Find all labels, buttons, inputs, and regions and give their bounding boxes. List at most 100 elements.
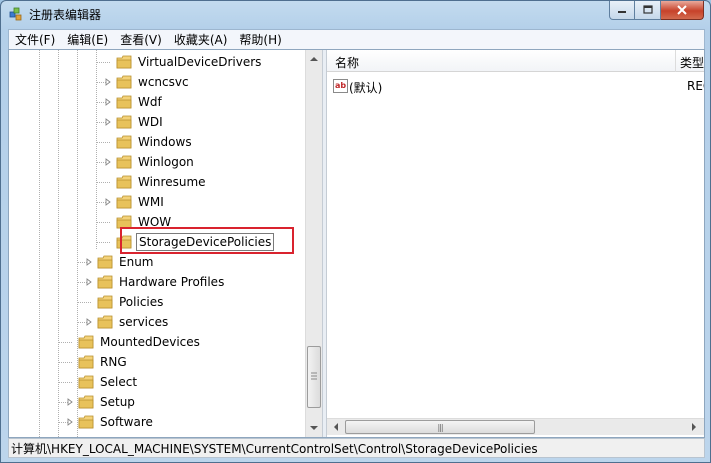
maximize-icon (642, 5, 653, 14)
caption-buttons (609, 1, 704, 20)
tree-item-label: WDI (138, 115, 163, 129)
tree-vertical-scrollbar[interactable] (305, 50, 322, 437)
arrow-left-icon (333, 423, 338, 431)
folder-icon (116, 115, 132, 129)
value-list[interactable]: 名称 类型 ab (默认) REG ||| (327, 50, 704, 437)
tree-item-windows[interactable]: Windows (103, 132, 194, 152)
registry-editor-window: 注册表编辑器 文件(F) 编辑(E) 查看(V) 收藏夹(A) 帮助(H) Vi… (0, 0, 711, 463)
folder-icon (78, 355, 94, 369)
tree-item-software[interactable]: Software (65, 412, 155, 432)
menu-help[interactable]: 帮助(H) (233, 31, 287, 48)
column-name-header[interactable]: 名称 (335, 54, 359, 71)
grip-icon (311, 372, 317, 380)
no-expander (84, 297, 94, 307)
tree-item-policies[interactable]: Policies (84, 292, 165, 312)
expand-arrow-icon[interactable] (65, 417, 75, 427)
tree-item-label: Setup (100, 395, 135, 409)
folder-icon (116, 55, 132, 69)
status-path: 计算机\HKEY_LOCAL_MACHINE\SYSTEM\CurrentCon… (11, 441, 538, 456)
expand-arrow-icon[interactable] (103, 157, 113, 167)
no-expander (103, 137, 113, 147)
expand-arrow-icon[interactable] (103, 197, 113, 207)
tree-item-select[interactable]: Select (65, 372, 139, 392)
tree-item-label: VirtualDeviceDrivers (138, 55, 262, 69)
folder-icon (116, 135, 132, 149)
tree-item-hardware-profiles[interactable]: Hardware Profiles (84, 272, 226, 292)
no-expander (103, 237, 113, 247)
registry-tree[interactable]: VirtualDeviceDrivers wcncsvc Wdf WDI Windows… (9, 50, 326, 437)
hscroll-thumb[interactable]: ||| (345, 420, 535, 434)
close-button[interactable] (661, 1, 704, 20)
tree-item-label: Policies (119, 295, 164, 309)
maximize-button[interactable] (635, 1, 661, 20)
folder-icon (78, 415, 94, 429)
minimize-button[interactable] (609, 1, 635, 20)
folder-icon (97, 255, 113, 269)
menu-bar: 文件(F) 编辑(E) 查看(V) 收藏夹(A) 帮助(H) (8, 29, 705, 49)
tree-item-label: RNG (100, 355, 127, 369)
folder-icon (78, 335, 94, 349)
tree-item-rng[interactable]: RNG (65, 352, 129, 372)
tree-item-setup[interactable]: Setup (65, 392, 137, 412)
value-type: REG (687, 79, 704, 93)
tree-item-label: Select (100, 375, 138, 389)
close-icon (677, 5, 687, 15)
window-title: 注册表编辑器 (29, 8, 102, 22)
title-bar[interactable]: 注册表编辑器 (1, 1, 710, 27)
grip-lines: ||| (437, 422, 443, 432)
tree-item-label: Software (100, 415, 153, 429)
tree-item-wdf[interactable]: Wdf (103, 92, 164, 112)
tree-item-wdi[interactable]: WDI (103, 112, 165, 132)
tree-item-wcncsvc[interactable]: wcncsvc (103, 72, 191, 92)
no-expander (65, 337, 75, 347)
tree-item-enum[interactable]: Enum (84, 252, 155, 272)
regedit-app-icon[interactable] (8, 6, 24, 22)
folder-icon (116, 175, 132, 189)
list-item[interactable]: ab (默认) REG (333, 78, 704, 96)
tree-item-label: Winlogon (138, 155, 194, 169)
expand-arrow-icon[interactable] (103, 97, 113, 107)
client-area: VirtualDeviceDrivers wcncsvc Wdf WDI Windows… (8, 49, 705, 438)
no-expander (103, 217, 113, 227)
expand-arrow-icon[interactable] (84, 257, 94, 267)
column-separator[interactable] (675, 50, 676, 72)
tree-item-wmi[interactable]: WMI (103, 192, 166, 212)
menu-edit[interactable]: 编辑(E) (61, 31, 114, 48)
minimize-icon (618, 11, 626, 13)
folder-icon (97, 275, 113, 289)
tree-item-winlogon[interactable]: Winlogon (103, 152, 196, 172)
scroll-thumb[interactable] (307, 346, 321, 408)
expand-arrow-icon[interactable] (103, 117, 113, 127)
tree-item-label: MountedDevices (100, 335, 200, 349)
expand-arrow-icon[interactable] (103, 77, 113, 87)
column-type-header[interactable]: 类型 (680, 54, 704, 71)
expand-arrow-icon[interactable] (65, 397, 75, 407)
tree-item-label: Winresume (138, 175, 206, 189)
scroll-down-button[interactable] (306, 419, 322, 436)
tree-item-label: Hardware Profiles (119, 275, 225, 289)
list-horizontal-scrollbar[interactable]: ||| (327, 418, 704, 435)
tree-item-label: Windows (138, 135, 192, 149)
menu-view[interactable]: 查看(V) (114, 31, 168, 48)
menu-file[interactable]: 文件(F) (9, 31, 61, 48)
arrow-right-icon (691, 423, 696, 431)
scroll-left-button[interactable] (327, 419, 344, 435)
arrow-up-icon (310, 56, 318, 61)
expand-arrow-icon[interactable] (84, 277, 94, 287)
value-name: (默认) (349, 81, 383, 95)
no-expander (65, 377, 75, 387)
expand-arrow-icon[interactable] (84, 317, 94, 327)
tree-item-label: Wdf (138, 95, 162, 109)
tree-item-winresume[interactable]: Winresume (103, 172, 208, 192)
tree-item-mounteddevices[interactable]: MountedDevices (65, 332, 202, 352)
arrow-down-icon (310, 425, 318, 430)
tree-item-services[interactable]: services (84, 312, 170, 332)
folder-icon (78, 395, 94, 409)
tree-item-virtualdevicedrivers[interactable]: VirtualDeviceDrivers (103, 52, 263, 72)
tree-item-label: wcncsvc (138, 75, 189, 89)
menu-favorites[interactable]: 收藏夹(A) (168, 31, 234, 48)
scroll-right-button[interactable] (685, 419, 702, 435)
folder-icon (116, 195, 132, 209)
scroll-up-button[interactable] (306, 50, 322, 67)
folder-icon (116, 75, 132, 89)
